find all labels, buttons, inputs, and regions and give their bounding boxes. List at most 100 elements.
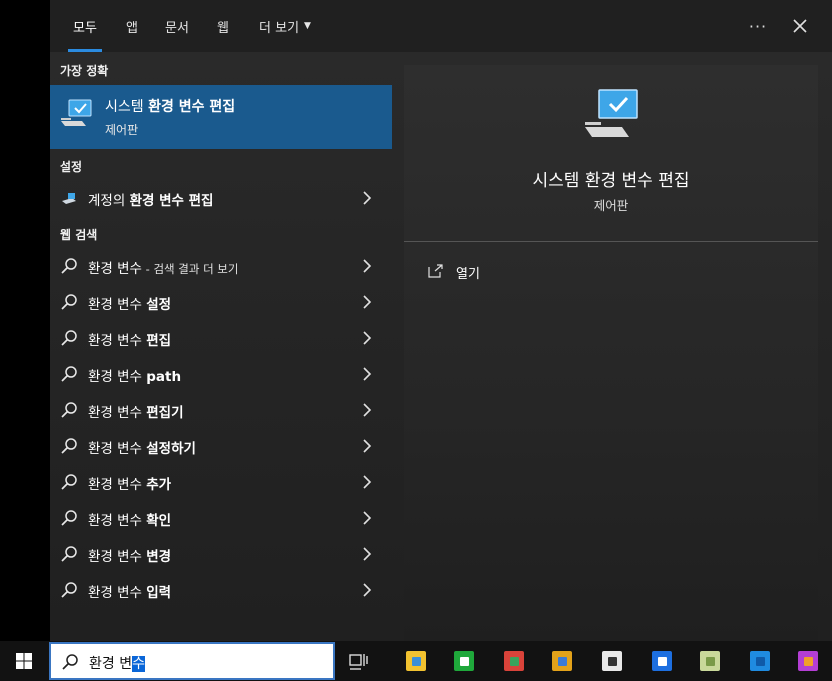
tab-documents-label: 문서 xyxy=(165,20,189,36)
chevron-right-icon xyxy=(363,547,372,561)
divider xyxy=(404,241,818,242)
tab-web-label: 웹 xyxy=(217,20,229,36)
search-icon xyxy=(61,366,77,382)
web-search-item-bold: 변경 xyxy=(146,549,172,565)
tab-apps-label: 앱 xyxy=(126,20,138,36)
chevron-right-icon xyxy=(363,439,372,453)
vscode-icon xyxy=(750,651,770,671)
chevron-right-icon xyxy=(363,511,372,525)
search-icon xyxy=(61,294,77,310)
web-search-item-plain: 환경 변수 xyxy=(88,261,142,277)
web-search-item[interactable]: 환경 변수 설정 xyxy=(50,284,392,320)
chevron-down-icon: ▼ xyxy=(304,21,311,31)
web-search-item-bold: path xyxy=(146,369,182,385)
web-search-item-bold: 확인 xyxy=(146,513,172,529)
preview-pane: 시스템 환경 변수 편집 제어판 열기 xyxy=(404,65,818,641)
tab-all-label: 모두 xyxy=(73,20,97,36)
web-search-item[interactable]: 환경 변수 path xyxy=(50,356,392,392)
tab-more-label: 더 보기 xyxy=(259,20,300,36)
web-search-item-bold: 추가 xyxy=(146,477,172,493)
tab-all[interactable]: 모두 xyxy=(59,0,111,52)
web-search-item-label: 환경 변수 입력 xyxy=(88,581,171,601)
monitor-check-icon xyxy=(585,89,638,137)
web-search-item[interactable]: 환경 변수 입력 xyxy=(50,572,392,608)
web-search-item[interactable]: 환경 변수 편집기 xyxy=(50,392,392,428)
web-search-item[interactable]: 환경 변수 추가 xyxy=(50,464,392,500)
taskbar-app-blue-app[interactable] xyxy=(642,641,682,681)
notepad-app-icon xyxy=(602,651,622,671)
settings-item-bold: 환경 변수 편집 xyxy=(129,193,214,209)
account-settings-icon xyxy=(62,193,76,204)
taskbar-app-colorful-app[interactable] xyxy=(788,641,828,681)
results-list: 가장 정확 시스템 환경 변수 편집 제어판 설정 계정의 환경 변수 편집 웹… xyxy=(50,52,392,641)
web-search-item-label: 환경 변수 편집 xyxy=(88,329,171,349)
start-button[interactable] xyxy=(0,641,48,681)
search-icon xyxy=(62,654,78,670)
web-search-item-plain: 환경 변수 xyxy=(88,513,147,529)
search-query-plain: 환경 변 xyxy=(89,656,133,672)
blue-app-icon xyxy=(652,651,672,671)
preview-title: 시스템 환경 변수 편집 xyxy=(532,171,690,191)
web-search-item-label: 환경 변수 설정 xyxy=(88,293,171,313)
web-search-item[interactable]: 환경 변수 편집 xyxy=(50,320,392,356)
web-search-item-bold: 설정하기 xyxy=(146,441,196,457)
tab-apps[interactable]: 앱 xyxy=(117,0,147,52)
taskbar-app-vscode[interactable] xyxy=(740,641,780,681)
green-app-icon xyxy=(454,651,474,671)
chevron-right-icon xyxy=(363,295,372,309)
open-action[interactable]: 열기 xyxy=(426,260,626,284)
web-search-item-plain: 환경 변수 xyxy=(88,549,147,565)
file-explorer-icon xyxy=(406,651,426,671)
close-icon xyxy=(793,19,807,33)
desktop-edge xyxy=(0,0,50,641)
web-search-item-label: 환경 변수 path xyxy=(88,365,181,385)
settings-item-account-env[interactable]: 계정의 환경 변수 편집 xyxy=(50,180,392,216)
web-search-item[interactable]: 환경 변수 확인 xyxy=(50,500,392,536)
settings-item-label: 계정의 환경 변수 편집 xyxy=(88,189,213,209)
search-icon xyxy=(61,510,77,526)
web-search-item-label: 환경 변수 확인 xyxy=(88,509,171,529)
search-icon xyxy=(61,330,77,346)
close-button[interactable] xyxy=(788,12,812,40)
task-view-button[interactable] xyxy=(348,651,368,675)
taskbar: 환경 변수 xyxy=(0,641,832,681)
best-match-item[interactable]: 시스템 환경 변수 편집 제어판 xyxy=(50,85,392,149)
chevron-right-icon xyxy=(363,403,372,417)
web-search-item[interactable]: 환경 변수 설정하기 xyxy=(50,428,392,464)
search-icon xyxy=(61,582,77,598)
chevron-right-icon xyxy=(363,191,372,205)
web-search-item-plain: 환경 변수 xyxy=(88,585,147,601)
web-search-item[interactable]: 환경 변수 - 검색 결과 더 보기 xyxy=(50,248,392,284)
best-match-title-plain: 시스템 xyxy=(105,99,149,115)
chevron-right-icon xyxy=(363,331,372,345)
web-search-item-bold: 편집기 xyxy=(146,405,184,421)
search-input[interactable]: 환경 변수 xyxy=(49,642,335,680)
best-match-title: 시스템 환경 변수 편집 xyxy=(105,96,235,116)
paint-app-icon xyxy=(700,651,720,671)
taskbar-app-chrome[interactable] xyxy=(542,641,582,681)
web-search-item-bold: 설정 xyxy=(146,297,172,313)
web-search-item-label: 환경 변수 편집기 xyxy=(88,401,184,421)
search-icon xyxy=(61,258,77,274)
taskbar-app-paint-app[interactable] xyxy=(690,641,730,681)
preview-subtitle: 제어판 xyxy=(593,198,629,213)
tab-more[interactable]: 더 보기 ▼ xyxy=(250,0,320,52)
tab-web[interactable]: 웹 xyxy=(208,0,238,52)
section-best-match: 가장 정확 xyxy=(60,64,109,78)
taskbar-app-chrome-canary[interactable] xyxy=(494,641,534,681)
web-search-item-plain: 환경 변수 xyxy=(88,477,147,493)
taskbar-app-green-app[interactable] xyxy=(444,641,484,681)
search-query-selection: 수 xyxy=(132,656,145,672)
section-settings: 설정 xyxy=(60,160,83,174)
monitor-check-icon xyxy=(61,99,92,126)
search-icon xyxy=(61,438,77,454)
taskbar-app-file-explorer[interactable] xyxy=(396,641,436,681)
chrome-icon xyxy=(552,651,572,671)
search-icon xyxy=(61,474,77,490)
web-search-item[interactable]: 환경 변수 변경 xyxy=(50,536,392,572)
windows-logo-icon xyxy=(16,653,32,669)
chrome-canary-icon xyxy=(504,651,524,671)
taskbar-app-notepad-app[interactable] xyxy=(592,641,632,681)
tab-documents[interactable]: 문서 xyxy=(154,0,200,52)
more-options-button[interactable]: ··· xyxy=(746,12,770,40)
